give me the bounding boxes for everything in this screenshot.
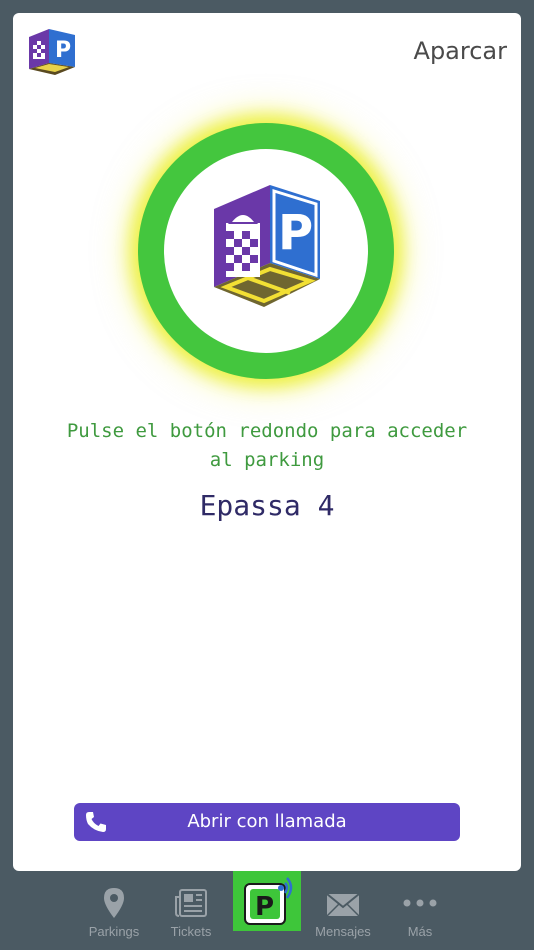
tab-label-mensajes: Mensajes [315, 924, 371, 939]
svg-text:P: P [278, 205, 313, 261]
main-card: P Aparcar P Pulse el botón redondo para … [13, 13, 521, 871]
parking-cube-icon: P [214, 185, 320, 307]
tab-mensajes[interactable]: Mensajes [303, 871, 383, 950]
instruction-text: Pulse el botón redondo para acceder al p… [66, 420, 468, 471]
tab-parkings[interactable]: Parkings [74, 871, 154, 950]
device-name: Epassa 4 [199, 489, 335, 522]
call-button-label: Abrir con llamada [187, 811, 347, 832]
page-title: Aparcar [413, 37, 507, 65]
map-pin-icon [104, 888, 124, 918]
open-with-call-button[interactable]: Abrir con llamada [74, 803, 460, 841]
tab-label-mas: Más [407, 924, 433, 939]
svg-text:P: P [55, 38, 71, 63]
tab-parking-access[interactable]: P [233, 871, 301, 931]
envelope-icon [326, 893, 360, 917]
more-dots-icon [403, 899, 437, 907]
tab-tickets[interactable]: Tickets [151, 871, 231, 950]
app-logo-icon: P [29, 29, 75, 75]
svg-text:P: P [255, 892, 274, 922]
newspaper-icon [175, 889, 207, 917]
access-button[interactable]: P [138, 123, 394, 379]
tab-label-parkings: Parkings [88, 924, 140, 939]
access-button-inner[interactable]: P [164, 149, 368, 353]
tab-mas[interactable]: Más [380, 871, 460, 950]
parking-nfc-icon: P [244, 877, 293, 925]
tab-label-tickets: Tickets [170, 924, 212, 939]
tab-bar: Parkings Tickets P Mensajes Más [0, 871, 534, 950]
